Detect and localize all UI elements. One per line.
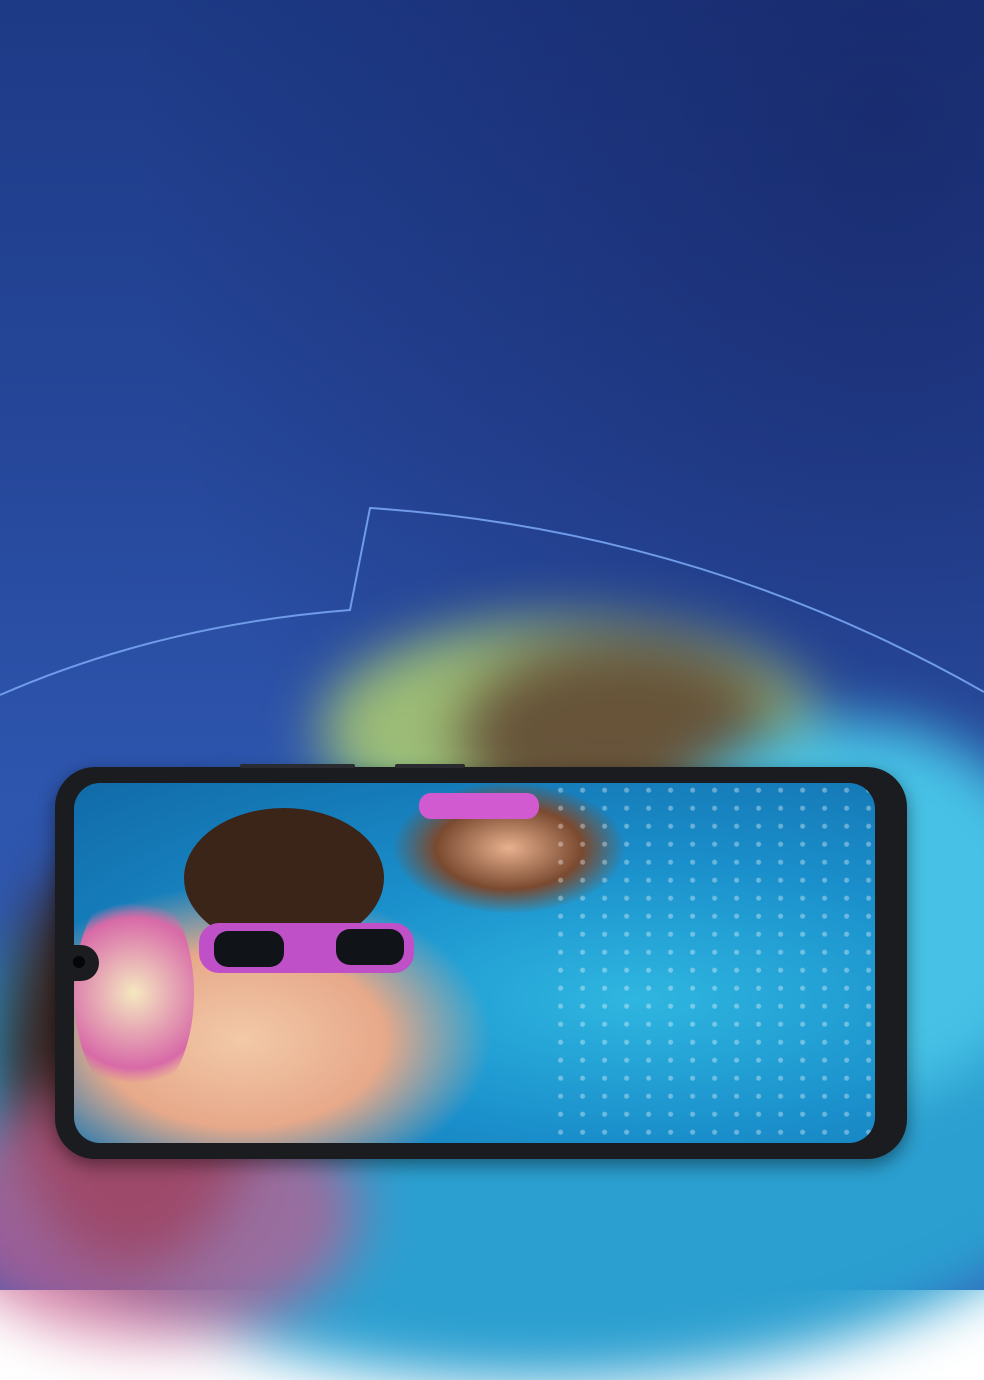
phone-screen-photo bbox=[74, 783, 875, 1143]
water-splash bbox=[554, 783, 875, 1143]
lens-left bbox=[214, 931, 284, 967]
camera-icon bbox=[73, 956, 85, 968]
back-sunglasses bbox=[419, 793, 539, 819]
power-button bbox=[395, 764, 465, 768]
lens-right bbox=[336, 929, 404, 965]
volume-button bbox=[240, 764, 355, 768]
swim-ring bbox=[74, 883, 194, 1103]
smartphone bbox=[55, 764, 907, 1159]
